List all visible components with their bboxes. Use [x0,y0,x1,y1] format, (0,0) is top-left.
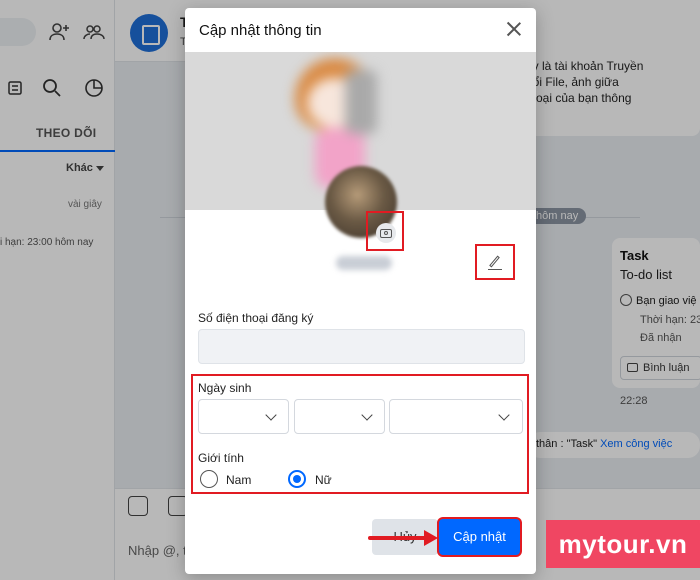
gender-radio-female[interactable] [288,470,306,488]
gender-label: Giới tính [198,451,244,465]
close-icon[interactable] [503,18,525,40]
day-select[interactable] [198,399,289,434]
camera-highlight-box [366,211,404,251]
month-select[interactable] [294,399,385,434]
phone-field[interactable] [198,329,525,364]
chevron-down-icon [265,409,277,421]
chevron-down-icon [498,409,510,421]
cover-art-phone [345,70,377,134]
chevron-down-icon [361,409,373,421]
display-name-blurred [336,256,392,270]
watermark-logo: mytour.vn [546,520,700,568]
dialog-header: Cập nhật thông tin [185,8,536,52]
gender-radio-male[interactable] [200,470,218,488]
phone-label: Số điện thoại đăng ký [198,311,314,325]
year-select[interactable] [389,399,523,434]
gender-option-male[interactable]: Nam [226,473,251,487]
gender-option-female[interactable]: Nữ [315,473,332,487]
arrow-annotation [368,536,428,540]
dob-label: Ngày sinh [198,381,252,395]
save-button[interactable]: Cập nhật [439,519,520,555]
edit-highlight-box [475,244,515,280]
dialog-title: Cập nhật thông tin [199,22,322,39]
arrow-right-icon [424,530,438,546]
